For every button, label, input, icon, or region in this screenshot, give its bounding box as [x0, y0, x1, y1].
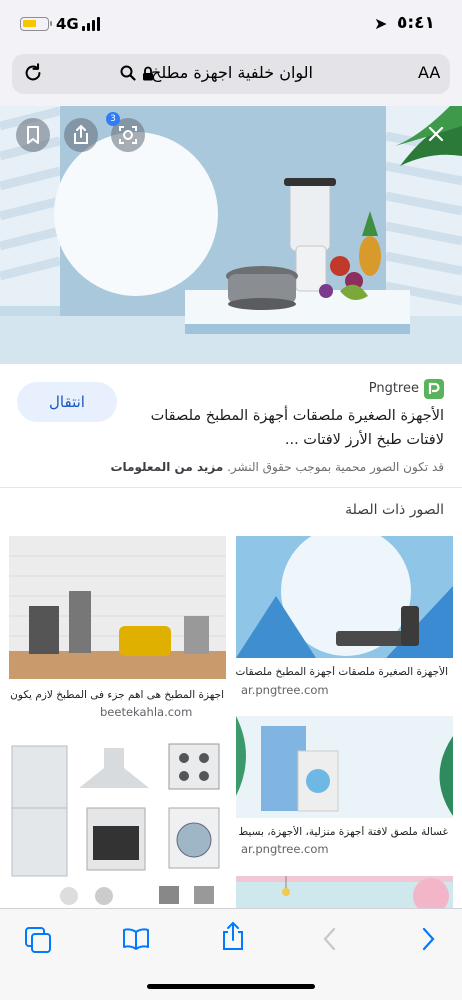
image-result-info: انتقال Pngtree الأجهزة الصغيرة ملصقات أج…	[0, 364, 462, 488]
reader-options-button[interactable]: AA	[418, 63, 440, 82]
related-caption: الأجهزة الصغيرة ملصقات أجهزة المطبخ ملصق…	[236, 666, 448, 678]
pngtree-logo-icon	[424, 379, 444, 399]
related-images-heading: الصور ذات الصلة	[345, 502, 444, 518]
status-bar: 4G ➤ ٥:٤١	[0, 0, 462, 44]
related-thumbnail	[236, 876, 453, 908]
related-image-card[interactable]	[236, 536, 453, 658]
reload-icon[interactable]	[22, 62, 44, 84]
location-arrow-icon: ➤	[374, 14, 388, 33]
lookup-count-badge: 3	[106, 112, 120, 126]
related-source[interactable]: ar.pngtree.com	[241, 842, 329, 856]
more-info-link[interactable]: مزيد من المعلومات	[111, 460, 224, 474]
signal-icon	[82, 17, 100, 31]
related-thumbnail	[9, 738, 226, 908]
related-image-card[interactable]	[9, 536, 226, 679]
share-icon[interactable]	[220, 921, 246, 951]
share-image-button[interactable]	[64, 118, 98, 152]
network-label: 4G	[56, 15, 79, 33]
bookmark-icon	[27, 126, 39, 144]
site-name[interactable]: Pngtree	[369, 381, 419, 396]
related-caption: اجهزة المطبخ هى اهم جزء فى المطبخ لازم ي…	[10, 689, 224, 701]
related-caption: غسالة ملصق لافتة أجهزة منزلية، الأجهزة، …	[236, 826, 448, 838]
tabs-icon[interactable]	[24, 926, 52, 954]
back-chevron-icon[interactable]	[322, 927, 338, 951]
clock-time: ٥:٤١	[397, 13, 435, 33]
related-source[interactable]: beetekahla.com	[100, 705, 192, 719]
related-image-card[interactable]	[236, 716, 453, 818]
result-title[interactable]: الأجهزة الصغيرة ملصقات أجهزة المطبخ ملصق…	[114, 404, 444, 452]
visit-button[interactable]: انتقال	[17, 382, 117, 422]
copyright-notice: قد تكون الصور محمية بموجب حقوق النشر. مز…	[111, 460, 445, 474]
related-source[interactable]: ar.pngtree.com	[241, 683, 329, 697]
forward-chevron-icon[interactable]	[420, 927, 436, 951]
related-image-card[interactable]	[236, 876, 453, 908]
close-icon[interactable]	[426, 124, 446, 144]
related-thumbnail	[236, 716, 453, 818]
related-image-card[interactable]	[9, 738, 226, 908]
bookmark-button[interactable]	[16, 118, 50, 152]
related-thumbnail	[9, 536, 226, 679]
address-bar[interactable]: الوان خلفية اجهزة مطلخ AA	[12, 54, 450, 94]
bookmarks-book-icon[interactable]	[122, 927, 150, 951]
home-indicator	[147, 984, 315, 989]
address-bar-container: الوان خلفية اجهزة مطلخ AA	[0, 44, 462, 106]
copyright-text: قد تكون الصور محمية بموجب حقوق النشر.	[227, 460, 444, 474]
preview-image: 3	[0, 106, 462, 364]
battery-icon	[20, 17, 52, 31]
share-icon	[74, 124, 88, 144]
url-text[interactable]: الوان خلفية اجهزة مطلخ	[102, 63, 362, 82]
related-thumbnail	[236, 536, 453, 658]
